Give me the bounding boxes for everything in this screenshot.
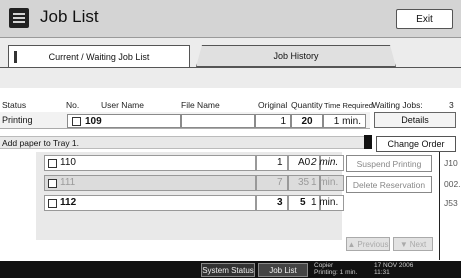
tab-divider (0, 67, 461, 68)
add-paper-message: Add paper to Tray 1. (0, 136, 365, 149)
waiting-jobs-count: 3 (449, 100, 454, 110)
job-list-icon (9, 8, 29, 28)
details-button[interactable]: Details (374, 112, 456, 128)
header-original: Original (258, 100, 288, 110)
job-quantity: A0 (298, 157, 311, 168)
document-icon (48, 199, 57, 208)
header-file-name: File Name (181, 100, 220, 110)
job-list-button[interactable]: Job List (258, 263, 308, 277)
side-code: J10 (444, 158, 458, 168)
side-code: 002. (444, 179, 461, 189)
job-quantity: 35 (298, 177, 310, 188)
printing-status-line: Printing: 1 min. (314, 269, 358, 276)
job-no: 111 (60, 177, 76, 188)
change-order-button[interactable]: Change Order (376, 136, 456, 152)
document-icon (72, 116, 81, 126)
header-user-name: User Name (101, 100, 144, 110)
scroll-marker (364, 135, 372, 149)
down-arrow-icon: ▼ (399, 239, 408, 249)
job-row-110[interactable]: 110 1 A0 2 min. (44, 155, 344, 171)
job-original: 3 (277, 197, 283, 208)
job-row-111[interactable]: 111 7 35 1 min. (44, 175, 344, 191)
job-original: 1 (277, 157, 283, 168)
waiting-jobs-label: Waiting Jobs: (372, 100, 423, 110)
selected-tab-marker (14, 51, 17, 63)
system-status-button[interactable]: System Status (201, 263, 255, 277)
previous-label: Previous (357, 239, 389, 249)
suspend-printing-button[interactable]: Suspend Printing (346, 155, 432, 172)
tab-current-waiting[interactable]: Current / Waiting Job List (8, 45, 190, 68)
job-quantity: 5 (300, 197, 306, 208)
printing-time: 1 min. (323, 114, 366, 128)
job-time: 1 min. (311, 197, 339, 208)
vertical-scrollbar[interactable] (439, 152, 440, 260)
header-time-required: Time Required (324, 101, 373, 110)
printing-quantity: 20 (291, 114, 323, 128)
page-title: Job List (40, 7, 99, 26)
previous-button[interactable]: ▲ Previous (346, 237, 390, 251)
job-row-112[interactable]: 112 3 5 1 min. (44, 195, 344, 211)
side-code: J53 (444, 198, 458, 208)
header-no: No. (66, 100, 80, 110)
document-icon (48, 159, 57, 168)
copier-label: Copier (314, 262, 334, 269)
time-display: 11:31 (374, 269, 390, 276)
header-status: Status (2, 100, 27, 110)
up-arrow-icon: ▲ (347, 239, 356, 249)
tab-job-history-label: Job History (273, 51, 319, 61)
job-time: 2 min. (311, 157, 339, 168)
printing-no: 109 (85, 115, 102, 127)
date-display: 17 NOV 2006 (374, 262, 414, 269)
next-button[interactable]: ▼ Next (393, 237, 433, 251)
delete-reservation-button[interactable]: Delete Reservation (346, 176, 432, 193)
job-original: 7 (277, 177, 283, 188)
tab-job-history[interactable]: Job History (196, 45, 396, 67)
printing-status: Printing (2, 115, 33, 125)
next-label: Next (409, 239, 427, 249)
printing-original: 1 (255, 114, 291, 128)
document-icon (48, 179, 57, 188)
job-no: 112 (60, 197, 77, 208)
exit-button[interactable]: Exit (396, 9, 453, 29)
job-time: 1 min. (311, 177, 339, 188)
printing-file-cell (181, 114, 255, 128)
job-no: 110 (60, 157, 76, 168)
printing-no-cell: 109 (67, 114, 181, 128)
header-quantity: Quantity (291, 100, 323, 110)
tab-current-waiting-label: Current / Waiting Job List (48, 52, 150, 62)
